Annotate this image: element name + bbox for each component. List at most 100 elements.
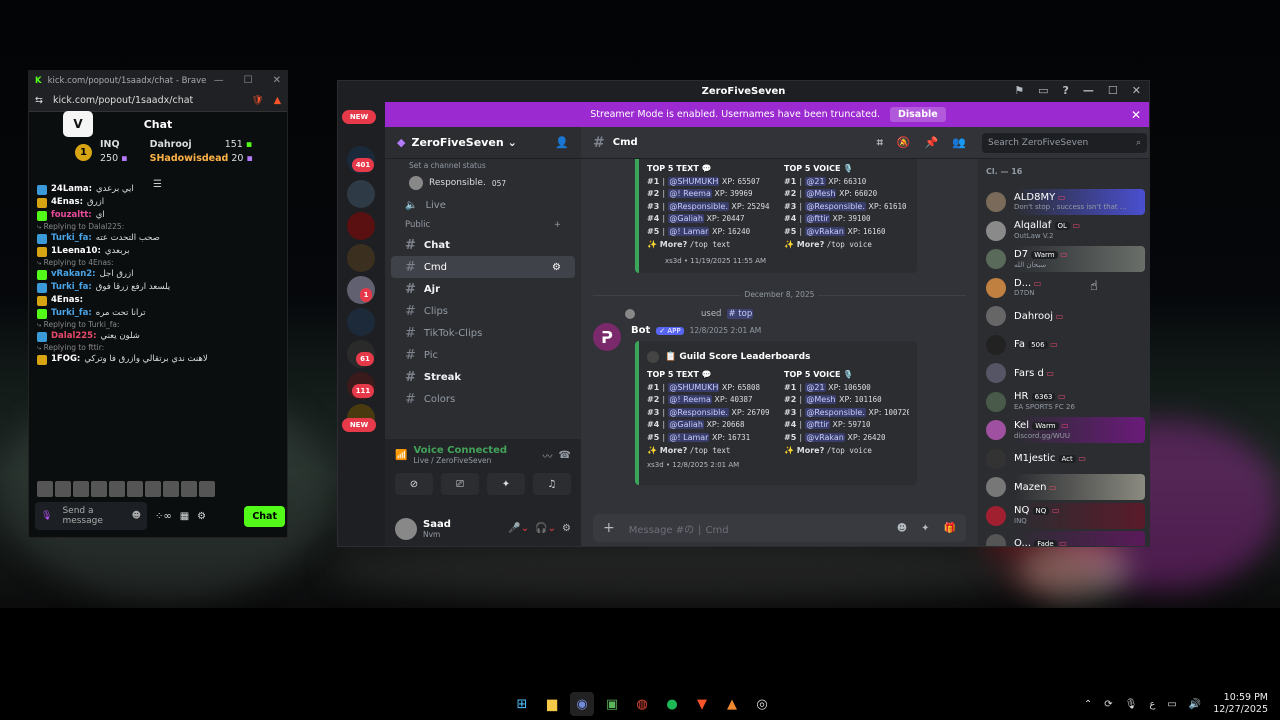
chat-username[interactable]: Turki_fa: [51, 233, 92, 244]
noise-suppression-icon[interactable]: 〰 [543, 448, 553, 463]
user-mention[interactable]: @Mesh [805, 395, 837, 405]
search-placeholder[interactable]: Search ZeroFiveSeven [988, 138, 1088, 148]
clock[interactable]: 10:59 PM 12/27/2025 [1213, 692, 1268, 716]
chevron-up-icon[interactable]: ⌃ [1084, 699, 1092, 710]
member-item[interactable]: Kel Warm ▭ discord.gg/WUU [982, 417, 1145, 443]
server-name[interactable]: ZeroFiveSeven [411, 136, 503, 149]
channel-clips[interactable]: # Clips [391, 300, 575, 322]
channel-ajr[interactable]: # Ajr [391, 278, 575, 300]
invite-icon[interactable]: 👤 [555, 136, 569, 149]
close-banner-icon[interactable]: ✕ [1131, 108, 1141, 122]
member-item[interactable]: ALD8MY ▭ Don't stop , success isn't that … [982, 189, 1145, 215]
pin-icon[interactable]: 📌 [925, 136, 939, 150]
channel-tiktok-clips[interactable]: # TikTok-Clips [391, 322, 575, 344]
chat-username[interactable]: fouzaltt: [51, 210, 92, 221]
add-attachment-icon[interactable]: + [603, 520, 615, 536]
emote[interactable] [73, 481, 89, 497]
mute-icon[interactable]: 🎤⌄ [508, 523, 529, 534]
screen-share-icon[interactable]: ▭ [1038, 84, 1048, 97]
member-item[interactable]: Dahrooj ▭ [982, 303, 1145, 329]
emote[interactable] [109, 481, 125, 497]
deafen-icon[interactable]: 🎧⌄ [535, 523, 556, 534]
spotify-icon[interactable]: ● [660, 692, 684, 716]
user-mention[interactable]: @! Lamar [668, 432, 710, 442]
start-menu-icon[interactable]: ⊞ [510, 692, 534, 716]
user-settings-icon[interactable]: ⚙ [562, 523, 571, 534]
file-explorer-icon[interactable]: ▆ [540, 692, 564, 716]
user-mention[interactable]: @Responsible. [805, 407, 866, 417]
message-placeholder[interactable]: Message #の ∣ Cmd [629, 521, 729, 536]
bot-avatar[interactable]: ᕈ [593, 323, 621, 351]
chevron-down-icon[interactable]: ⌄ [508, 136, 517, 149]
avatar[interactable] [395, 517, 417, 540]
voice-status[interactable]: Voice Connected [413, 445, 507, 456]
address-bar[interactable]: ⇆ kick.com/popout/1saadx/chat 🛡 ▲ [29, 90, 287, 112]
microphone-icon[interactable]: 🎙 [41, 511, 52, 521]
member-item[interactable]: Fa 506 ▭ [982, 332, 1145, 358]
user-mention[interactable]: @Mesh [805, 189, 837, 199]
emote[interactable] [55, 481, 71, 497]
user-name[interactable]: Saad [423, 519, 451, 530]
maximize-icon[interactable]: ☐ [244, 75, 253, 86]
inbox-icon[interactable]: ⚑ [1014, 84, 1024, 97]
chat-input[interactable]: 🎙 Send a message ☻ [35, 502, 147, 530]
emote[interactable] [199, 481, 215, 497]
user-mention[interactable]: @21 [805, 176, 826, 186]
member-item[interactable]: Mazen ▭ [982, 474, 1145, 500]
chat-username[interactable]: Turki_fa: [51, 282, 92, 293]
network-icon[interactable]: ▭ [1167, 699, 1176, 710]
discord-taskbar-icon[interactable]: ◉ [570, 692, 594, 716]
emoji-icon[interactable]: ☻ [132, 511, 141, 521]
channel-cmd[interactable]: # Cmd ⚙ [391, 256, 575, 278]
user-mention[interactable]: @Responsible. [805, 201, 866, 211]
gift-icon[interactable]: 🎁 [944, 523, 956, 534]
settings-icon[interactable]: ⚙ [197, 511, 206, 522]
site-info-icon[interactable]: ⇆ [35, 95, 43, 106]
store-icon[interactable]: ▦ [180, 511, 189, 522]
user-mention[interactable]: @vRakan [805, 226, 845, 236]
user-mention[interactable]: @! Reema [668, 189, 712, 199]
microphone-icon[interactable]: 🎙 [1125, 699, 1138, 710]
voice-path[interactable]: Live / ZeroFiveSeven [413, 456, 507, 465]
server-icon[interactable] [347, 244, 375, 272]
chat-username[interactable]: 4Enas: [51, 197, 83, 208]
disable-streamer-mode-button[interactable]: Disable [890, 107, 946, 122]
social-icon[interactable]: ⁘∞ [155, 511, 172, 522]
server-icon[interactable] [347, 308, 375, 336]
member-item[interactable]: NQ NQ ▭ INQ [982, 502, 1145, 529]
app-icon[interactable]: ▲ [720, 692, 744, 716]
language-indicator[interactable]: ع [1149, 699, 1155, 710]
url-text[interactable]: kick.com/popout/1saadx/chat [53, 95, 193, 106]
emote[interactable] [91, 481, 107, 497]
emote[interactable] [37, 481, 53, 497]
chat-username[interactable]: 1FOG: [51, 354, 80, 365]
user-mention[interactable]: @fttir [805, 420, 830, 430]
steam-icon[interactable]: ◎ [750, 692, 774, 716]
chat-username[interactable]: vRakan2: [51, 269, 96, 280]
server-header[interactable]: ◆ ZeroFiveSeven ⌄ 👤 [385, 127, 581, 159]
terminal-icon[interactable]: ▣ [600, 692, 624, 716]
bot-name[interactable]: Bot [631, 325, 650, 336]
minimize-icon[interactable]: — [1083, 84, 1094, 97]
user-mention[interactable]: @21 [805, 382, 826, 392]
add-channel-icon[interactable]: + [554, 220, 561, 230]
emote[interactable] [181, 481, 197, 497]
chat-username[interactable]: Turki_fa: [51, 308, 92, 319]
user-mention[interactable]: @SHUMUKH [668, 382, 720, 392]
user-mention[interactable]: @vRakan [805, 432, 845, 442]
channel-chat[interactable]: # Chat [391, 234, 575, 256]
close-icon[interactable]: ✕ [273, 75, 281, 86]
channel-pic[interactable]: # Pic [391, 344, 575, 366]
user-mention[interactable]: @Galiah [668, 420, 704, 430]
chrome-icon[interactable]: ◍ [630, 692, 654, 716]
member-item[interactable]: D7 Warm ▭ سبحان الله [982, 246, 1145, 272]
member-item[interactable]: D... ▭ D7DN [982, 275, 1145, 301]
apps-icon[interactable]: ✦ [921, 523, 929, 534]
threads-icon[interactable]: ⌗ [877, 136, 883, 150]
member-item[interactable]: Fars d ▭ [982, 360, 1145, 386]
emote[interactable] [127, 481, 143, 497]
user-mention[interactable]: @fttir [805, 214, 830, 224]
chat-username[interactable]: Dalal225: [51, 331, 97, 342]
user-mention[interactable]: @Responsible. [668, 407, 729, 417]
brave-icon[interactable]: ▼ [690, 692, 714, 716]
